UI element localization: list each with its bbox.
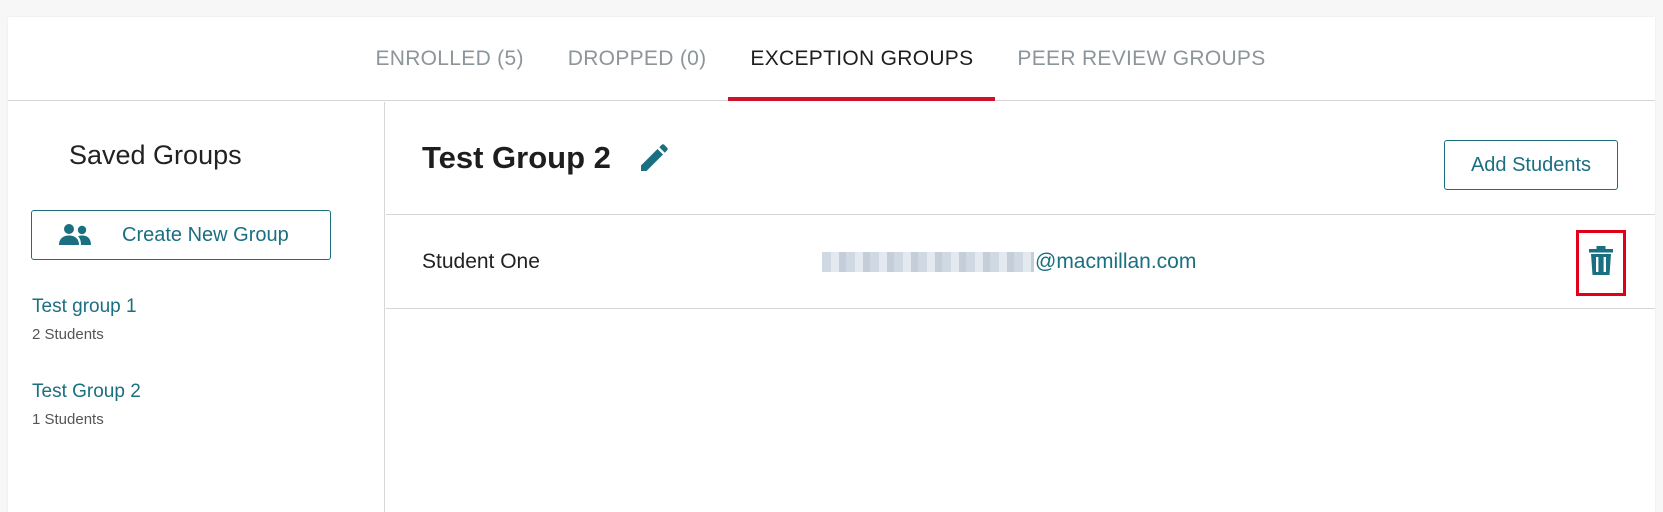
group-student-count: 1 Students xyxy=(32,411,104,428)
group-header: Test Group 2 Add Students xyxy=(386,102,1655,215)
pencil-icon[interactable] xyxy=(638,144,668,174)
sidebar-title: Saved Groups xyxy=(69,140,242,170)
users-icon xyxy=(58,223,92,247)
trash-icon xyxy=(1589,245,1613,281)
tab-dropped[interactable]: DROPPED (0) xyxy=(546,17,729,101)
student-email[interactable]: @macmillan.com xyxy=(822,250,1196,274)
tab-peer-review-groups[interactable]: PEER REVIEW GROUPS xyxy=(995,17,1287,101)
roster-card: ENROLLED (5) DROPPED (0) EXCEPTION GROUP… xyxy=(8,17,1655,512)
group-student-count: 2 Students xyxy=(32,326,104,343)
tab-enrolled[interactable]: ENROLLED (5) xyxy=(353,17,545,101)
saved-group-item[interactable]: Test Group 2 1 Students xyxy=(32,381,141,428)
tab-bar: ENROLLED (5) DROPPED (0) EXCEPTION GROUP… xyxy=(8,17,1655,101)
student-name: Student One xyxy=(422,250,540,273)
group-detail-panel: Test Group 2 Add Students Student One @m… xyxy=(386,102,1655,512)
group-name[interactable]: Test group 1 xyxy=(32,296,137,318)
redacted-email-username xyxy=(822,252,1034,272)
group-name[interactable]: Test Group 2 xyxy=(32,381,141,403)
student-row: Student One @macmillan.com xyxy=(386,216,1655,309)
group-title: Test Group 2 xyxy=(422,140,611,175)
create-new-group-button[interactable]: Create New Group xyxy=(31,210,331,260)
add-students-button[interactable]: Add Students xyxy=(1444,140,1618,190)
remove-student-button[interactable] xyxy=(1576,230,1626,296)
saved-group-item[interactable]: Test group 1 2 Students xyxy=(32,296,137,343)
saved-groups-sidebar: Saved Groups Create New Group Test group… xyxy=(8,102,385,512)
email-domain: @macmillan.com xyxy=(1035,250,1197,273)
tab-exception-groups[interactable]: EXCEPTION GROUPS xyxy=(728,17,996,101)
create-new-group-label: Create New Group xyxy=(122,223,289,246)
